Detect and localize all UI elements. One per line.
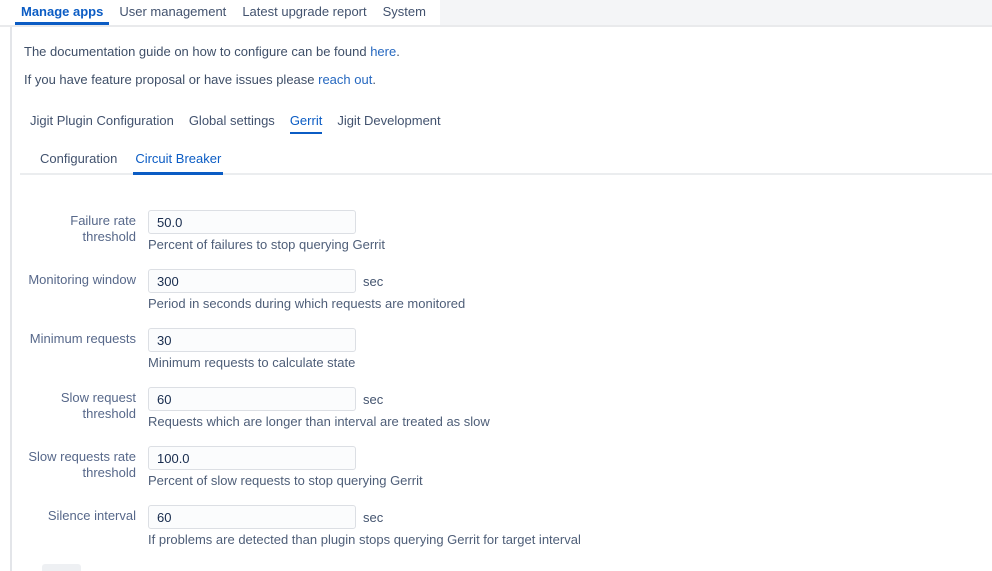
documentation-line-period: . [396,44,400,59]
tab-jigit-plugin-configuration[interactable]: Jigit Plugin Configuration [30,113,174,134]
failure-rate-threshold-input[interactable] [148,210,356,234]
subtab-circuit-breaker[interactable]: Circuit Breaker [133,151,223,175]
slow-requests-rate-threshold-input[interactable] [148,446,356,470]
manage-apps-content: The documentation guide on how to config… [10,27,992,571]
manage-apps-admin-page: Manage apps User management Latest upgra… [0,0,992,571]
form-row-monitoring-window: Monitoring window sec Period in seconds … [20,269,992,311]
plugin-tabs: Jigit Plugin Configuration Global settin… [30,113,992,134]
form-row-failure-rate-threshold: Failure rate threshold Percent of failur… [20,210,992,252]
documentation-line: The documentation guide on how to config… [24,44,992,59]
feedback-line: If you have feature proposal or have iss… [24,72,992,87]
intro-text: The documentation guide on how to config… [24,44,992,87]
monitoring-window-label: Monitoring window [20,269,148,311]
silence-interval-suffix: sec [363,510,383,525]
documentation-link[interactable]: here [370,44,396,59]
silence-interval-description: If problems are detected than plugin sto… [148,533,581,547]
reach-out-link[interactable]: reach out [318,72,372,87]
form-row-minimum-requests: Minimum requests Minimum requests to cal… [20,328,992,370]
tab-global-settings[interactable]: Global settings [189,113,275,134]
admin-top-nav-items: Manage apps User management Latest upgra… [0,0,440,25]
documentation-line-text: The documentation guide on how to config… [24,44,370,59]
slow-request-threshold-suffix: sec [363,392,383,407]
failure-rate-threshold-description: Percent of failures to stop querying Ger… [148,238,385,252]
slow-request-threshold-description: Requests which are longer than interval … [148,415,490,429]
ok-button[interactable]: Ok [42,564,81,571]
failure-rate-threshold-label: Failure rate threshold [20,210,148,252]
nav-item-user-management[interactable]: User management [113,0,232,25]
form-row-silence-interval: Silence interval sec If problems are det… [20,505,992,547]
subtab-configuration[interactable]: Configuration [38,151,119,175]
nav-item-manage-apps[interactable]: Manage apps [15,0,109,25]
nav-item-system[interactable]: System [377,0,432,25]
minimum-requests-description: Minimum requests to calculate state [148,356,356,370]
tab-gerrit[interactable]: Gerrit [290,113,323,134]
tab-jigit-development[interactable]: Jigit Development [337,113,440,134]
gerrit-subtabs: Configuration Circuit Breaker [20,151,992,175]
minimum-requests-input[interactable] [148,328,356,352]
feedback-line-period: . [372,72,376,87]
admin-top-nav: Manage apps User management Latest upgra… [0,0,992,27]
silence-interval-label: Silence interval [20,505,148,547]
form-actions: Ok [42,564,992,571]
minimum-requests-label: Minimum requests [20,328,148,370]
nav-item-latest-upgrade-report[interactable]: Latest upgrade report [236,0,372,25]
slow-requests-rate-threshold-label: Slow requests rate threshold [20,446,148,488]
monitoring-window-input[interactable] [148,269,356,293]
form-row-slow-requests-rate-threshold: Slow requests rate threshold Percent of … [20,446,992,488]
form-row-slow-request-threshold: Slow request threshold sec Requests whic… [20,387,992,429]
slow-requests-rate-threshold-description: Percent of slow requests to stop queryin… [148,474,423,488]
slow-request-threshold-label: Slow request threshold [20,387,148,429]
slow-request-threshold-input[interactable] [148,387,356,411]
feedback-line-text: If you have feature proposal or have iss… [24,72,318,87]
silence-interval-input[interactable] [148,505,356,529]
circuit-breaker-form: Failure rate threshold Percent of failur… [20,210,992,571]
monitoring-window-description: Period in seconds during which requests … [148,297,465,311]
monitoring-window-suffix: sec [363,274,383,289]
